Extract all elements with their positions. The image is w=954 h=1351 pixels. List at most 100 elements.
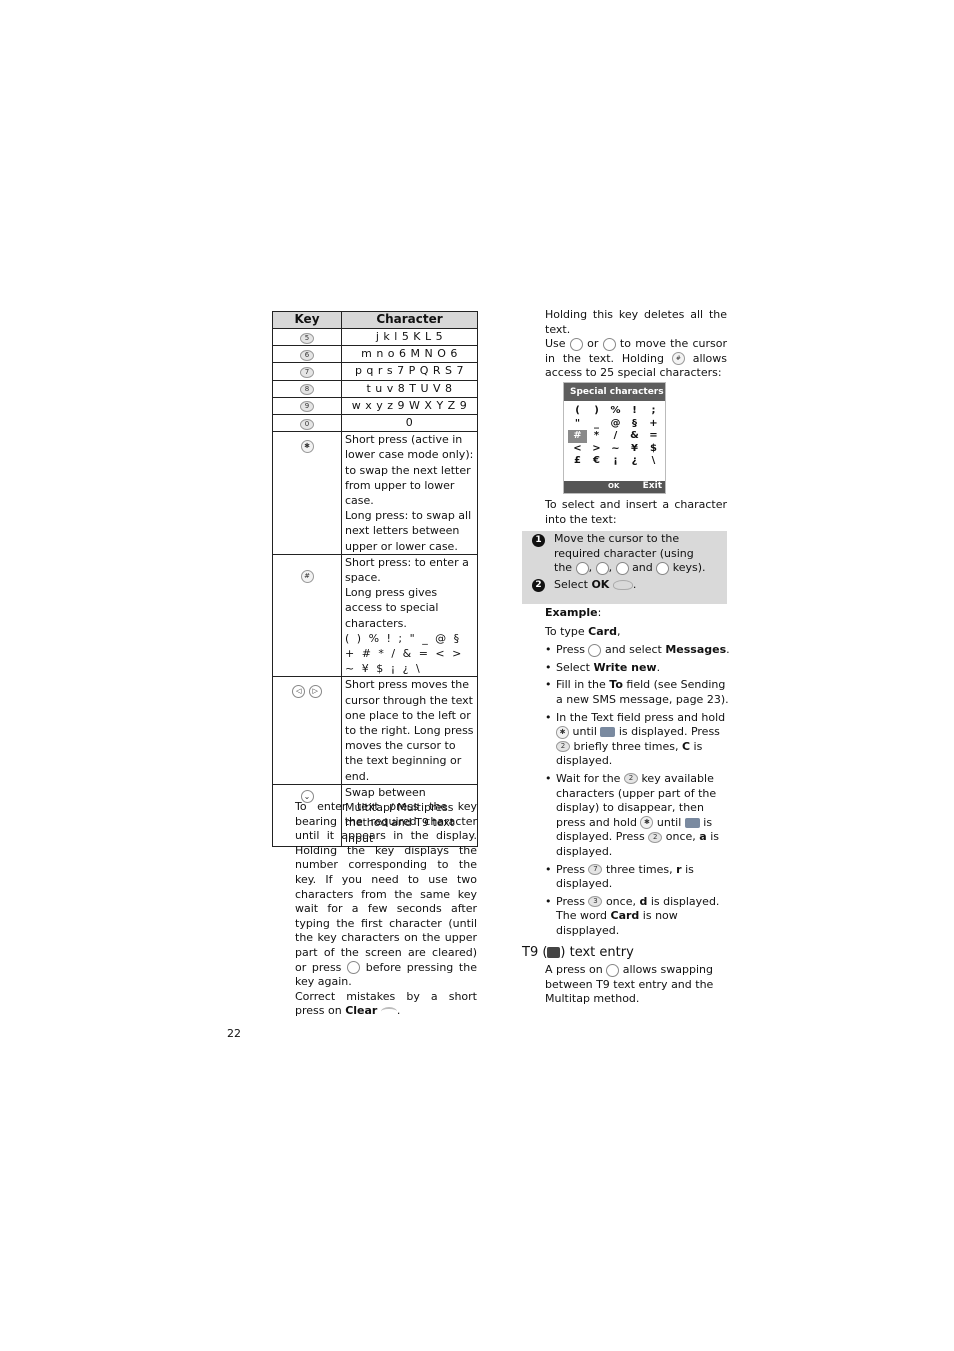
screen-title: Special characters: [564, 383, 665, 401]
key-7-icon: 7: [588, 864, 603, 875]
exit-softkey: Exit: [642, 481, 662, 491]
down-key-icon: [595, 561, 609, 575]
right-key-icon: [602, 337, 616, 351]
special-char-cell: /: [613, 430, 618, 441]
key-3-icon: 3: [588, 896, 603, 908]
t9-icon: [547, 947, 561, 958]
special-char-cell: §: [632, 417, 637, 429]
special-characters-screen: Special characters ()%!; " _ @ § + # * / & = < > ~ ¥ $ £…: [563, 382, 666, 494]
table-row: 7 p q r s 7 P Q R S 7: [272, 362, 478, 381]
select-insert-text: To select and insert a character into th…: [545, 498, 727, 526]
special-char-cell: =: [649, 430, 658, 441]
special-char-cell: \: [651, 455, 656, 466]
star-key-icon: ✱: [300, 439, 314, 453]
table-row: 5 j k l 5 K L 5: [272, 327, 478, 347]
uppercase-mode-icon: [600, 727, 616, 738]
lowercase-mode-icon: [684, 817, 700, 828]
special-chars-grid: ()%!; " _ @ § + # * / & = < > ~ ¥ $ £ € ¡ ¿ \: [564, 401, 665, 468]
special-char-cell: &: [630, 430, 639, 441]
steps-list: 1 Move the cursor to the required charac…: [532, 532, 722, 592]
t9-heading: T9 () text entry: [522, 945, 634, 960]
list-item: Fill in the To field (see Sending a new …: [545, 678, 730, 707]
left-arrow-key-icon: ◁: [292, 684, 306, 698]
key-0-icon: 0: [300, 418, 314, 430]
enter-text-paragraph: To enter text press the key bearing the …: [295, 800, 477, 989]
chars-cell: w x y z 9 W X Y Z 9: [341, 396, 478, 416]
step-number: 2: [532, 578, 545, 592]
special-char-cell: ¥: [631, 442, 638, 454]
example-section: Example: To type Card, Press and select …: [545, 606, 730, 941]
table-row: 8 t u v 8 T U V 8: [272, 379, 478, 398]
star-key-icon: ✱: [640, 816, 654, 830]
key-7-icon: 7: [300, 366, 314, 378]
key-5-icon: 5: [300, 332, 314, 344]
key-2-icon: 2: [556, 741, 570, 753]
left-key-icon: [569, 337, 583, 351]
right-key-icon: [588, 643, 602, 657]
type-card-line: To type Card,: [545, 624, 621, 638]
table-row: ✱ Short press (active in lower case mode…: [272, 431, 478, 555]
table-row: 9 w x y z 9 W X Y Z 9: [272, 396, 478, 416]
special-char-cell: €: [593, 455, 600, 466]
t9-paragraph: A press on allows swapping between T9 te…: [545, 963, 714, 1006]
hash-key-icon: #: [300, 570, 314, 584]
holding-deletes-text: Holding this key deletes all the text.: [545, 308, 727, 336]
hash-desc-short: Short press: to enter a space.: [345, 555, 469, 585]
special-char-cell: +: [649, 417, 658, 429]
right-intro-text: Holding this key deletes all the text. U…: [545, 308, 727, 381]
example-steps: Press and select Messages. Select Write …: [545, 643, 730, 938]
special-char-cell: $: [650, 442, 657, 454]
step-2: 2 Select OK .: [532, 578, 722, 593]
special-char-cell: ¡: [613, 455, 618, 466]
key-2-icon: 2: [623, 773, 638, 785]
key-8-icon: 8: [300, 384, 314, 396]
ok-key-icon: [612, 579, 633, 590]
special-char-cell: ~: [611, 442, 620, 454]
hash-key-icon: #: [671, 352, 685, 366]
chars-cell: t u v 8 T U V 8: [341, 379, 478, 398]
star-key-icon: ✱: [556, 725, 569, 739]
list-item: Press and select Messages.: [545, 643, 730, 658]
down-key-icon: [606, 963, 620, 977]
example-label: Example: [545, 606, 598, 619]
up-key-icon: [575, 561, 589, 575]
header-key: Key: [272, 311, 342, 329]
table-row: ◁ ▷ Short press moves the cursor through…: [272, 676, 478, 785]
special-char-cell: !: [632, 405, 637, 416]
key-9-icon: 9: [300, 401, 314, 413]
special-char-cell: _: [594, 417, 599, 429]
right-key-icon: [656, 561, 670, 575]
right-arrow-key-icon: ▷: [308, 684, 322, 698]
key-2-icon: 2: [648, 831, 663, 843]
chars-cell: 0: [341, 414, 478, 433]
correct-mistakes-paragraph: Correct mistakes by a short press on Cle…: [295, 989, 477, 1018]
special-char-cell: @: [610, 417, 621, 429]
star-desc-long: Long press: to swap all next letters bet…: [345, 509, 472, 553]
chars-cell: m n o 6 M N O 6: [341, 345, 478, 364]
special-char-cell: ;: [651, 405, 656, 416]
header-character: Character: [341, 311, 478, 329]
nav-desc: Short press moves the cursor through the…: [341, 676, 478, 785]
hash-special-chars: ( ) % ! ; " _ @ § + # * / & = < > ~ ¥ $ …: [345, 631, 462, 676]
chars-cell: j k l 5 K L 5: [341, 327, 478, 347]
chars-cell: p q r s 7 P Q R S 7: [341, 362, 478, 381]
special-char-cell: #: [568, 430, 587, 443]
left-body-text: To enter text press the key bearing the …: [295, 800, 477, 1019]
page-number: 22: [227, 1027, 241, 1040]
clear-key-icon: [380, 1006, 397, 1016]
special-char-cell: ): [594, 405, 599, 416]
hash-desc-long: Long press gives access to special chara…: [345, 586, 439, 630]
list-item: In the Text field press and hold ✱ until…: [545, 711, 730, 769]
special-char-cell: *: [593, 430, 600, 441]
ok-softkey: OK: [608, 482, 620, 490]
list-item: Wait for the 2 key available characters …: [545, 772, 730, 860]
right-key-icon: [347, 961, 361, 975]
list-item: Press 3 once, d is displayed. The word C…: [545, 895, 730, 939]
table-row: 6 m n o 6 M N O 6: [272, 345, 478, 364]
screen-footer: OK Exit: [564, 481, 665, 493]
list-item: Select Write new.: [545, 661, 730, 676]
left-key-icon: [615, 561, 629, 575]
table-row: # Short press: to enter a space. Long pr…: [272, 553, 478, 678]
table-row: 0 0: [272, 414, 478, 433]
list-item: Press 7 three times, r is displayed.: [545, 863, 730, 892]
